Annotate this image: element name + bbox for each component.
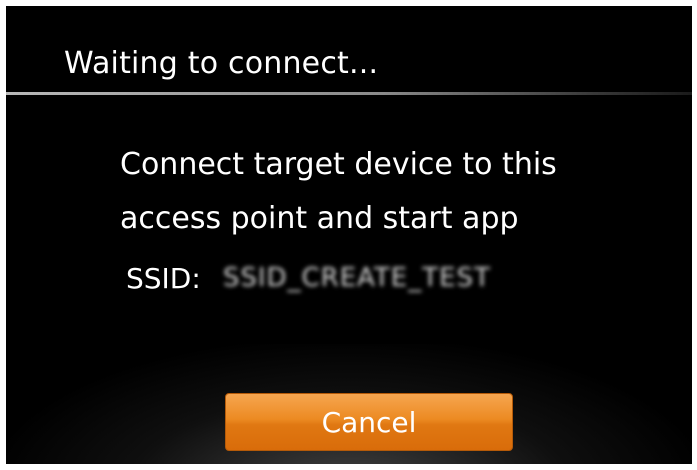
instruction-line-1: Connect target device to this xyxy=(120,147,557,182)
dialog-title: Waiting to connect... xyxy=(64,46,379,81)
cancel-button[interactable]: Cancel xyxy=(225,393,513,451)
header-divider xyxy=(6,92,692,95)
ssid-label: SSID: xyxy=(126,261,201,295)
cancel-button-label: Cancel xyxy=(321,405,417,439)
ssid-value: SSID_CREATE_TEST xyxy=(222,263,491,293)
camera-screen: Waiting to connect... Connect target dev… xyxy=(6,6,692,464)
instruction-line-2: access point and start app xyxy=(120,201,519,236)
instruction-message: Connect target device to this access poi… xyxy=(120,138,557,246)
ssid-row: SSID: SSID_CREATE_TEST xyxy=(126,258,491,298)
